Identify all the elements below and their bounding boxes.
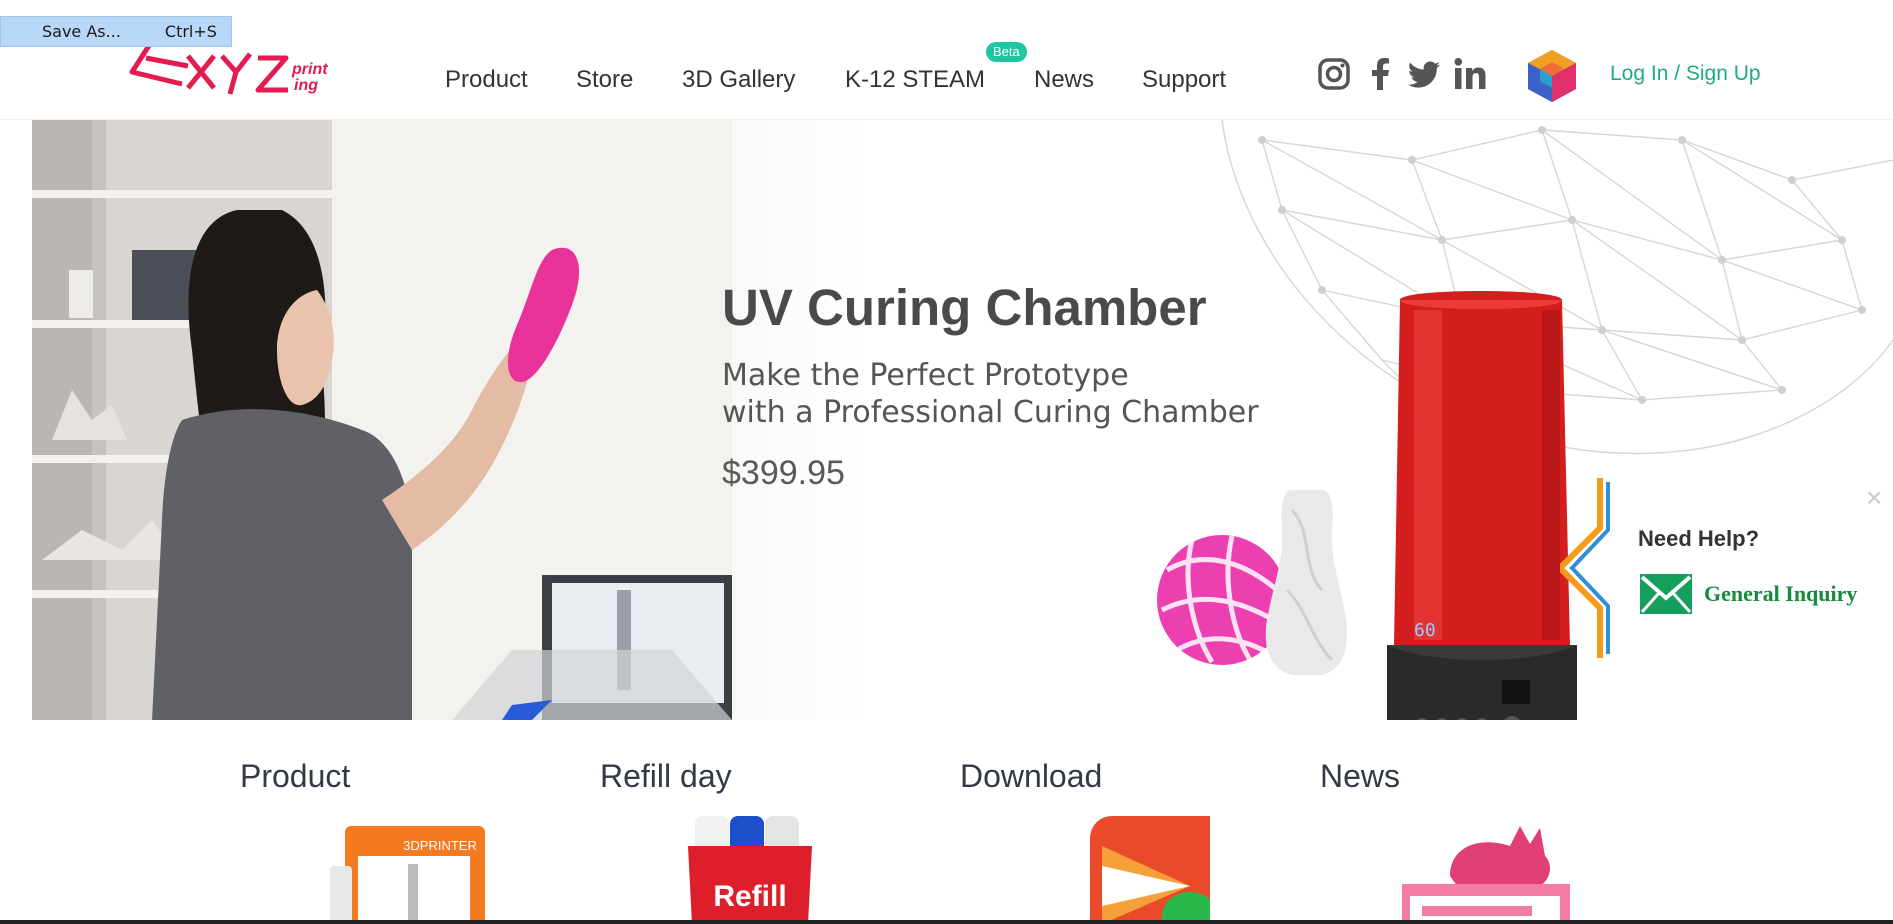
section-title-product: Product <box>240 758 351 794</box>
printer-label: 3DPRINTER <box>403 838 477 853</box>
svg-text:print: print <box>291 61 328 78</box>
nav-store[interactable]: Store <box>576 66 633 94</box>
menu-item-label: Save As... <box>42 22 121 41</box>
printer-image: 3DPRINTER <box>330 826 485 924</box>
section-title-news: News <box>1320 758 1401 794</box>
beta-badge: Beta <box>986 42 1027 62</box>
mail-icon <box>1640 574 1692 614</box>
general-inquiry-link[interactable]: General Inquiry <box>1640 574 1857 614</box>
menu-item-shortcut: Ctrl+S <box>164 22 217 41</box>
help-title: Need Help? <box>1638 526 1760 551</box>
chamber-display-readout: 60 <box>1414 620 1436 641</box>
site-header: print ing Product Store 3D Gallery K-12 … <box>0 0 1893 120</box>
refill-bag-image: Refill <box>688 816 812 924</box>
nav-news[interactable]: News <box>1034 66 1094 94</box>
section-download[interactable]: Download <box>960 758 1260 924</box>
nav-k12-steam[interactable]: K-12 STEAM <box>845 66 985 94</box>
section-news[interactable]: News <box>1320 758 1620 924</box>
news-cat-image <box>1402 826 1570 924</box>
section-refill-day[interactable]: Refill day Refill <box>600 758 900 924</box>
facebook-icon[interactable] <box>1362 56 1398 92</box>
help-widget-background <box>1560 478 1893 658</box>
close-icon[interactable]: × <box>1866 484 1882 512</box>
save-as-menu-item[interactable]: Save As... Ctrl+S <box>0 16 232 47</box>
nav-product[interactable]: Product <box>445 66 528 94</box>
bottom-divider <box>0 920 1893 924</box>
nav-support[interactable]: Support <box>1142 66 1226 94</box>
page: print ing Product Store 3D Gallery K-12 … <box>0 0 1893 924</box>
banner-price: $399.95 <box>722 454 845 492</box>
twitter-icon[interactable] <box>1406 56 1442 92</box>
linkedin-icon[interactable] <box>1452 56 1488 92</box>
login-signup-link[interactable]: Log In / Sign Up <box>1610 62 1761 86</box>
refill-label: Refill <box>713 880 786 913</box>
instagram-icon[interactable] <box>1316 56 1352 92</box>
banner-subtitle-line-1: Make the Perfect Prototype <box>722 358 1129 393</box>
section-title-refill-day: Refill day <box>600 758 732 794</box>
help-widget: × Need Help? General Inquiry <box>1560 478 1893 658</box>
xyzprinting-logo[interactable]: print ing <box>126 38 338 102</box>
nav-3d-gallery[interactable]: 3D Gallery <box>682 66 795 94</box>
download-app-image <box>1090 816 1210 924</box>
section-title-download: Download <box>960 758 1103 794</box>
svg-text:ing: ing <box>294 77 318 94</box>
general-inquiry-label: General Inquiry <box>1704 581 1858 606</box>
community-cube-icon[interactable] <box>1524 48 1580 104</box>
section-product[interactable]: Product 3DPRINTER <box>240 758 540 924</box>
